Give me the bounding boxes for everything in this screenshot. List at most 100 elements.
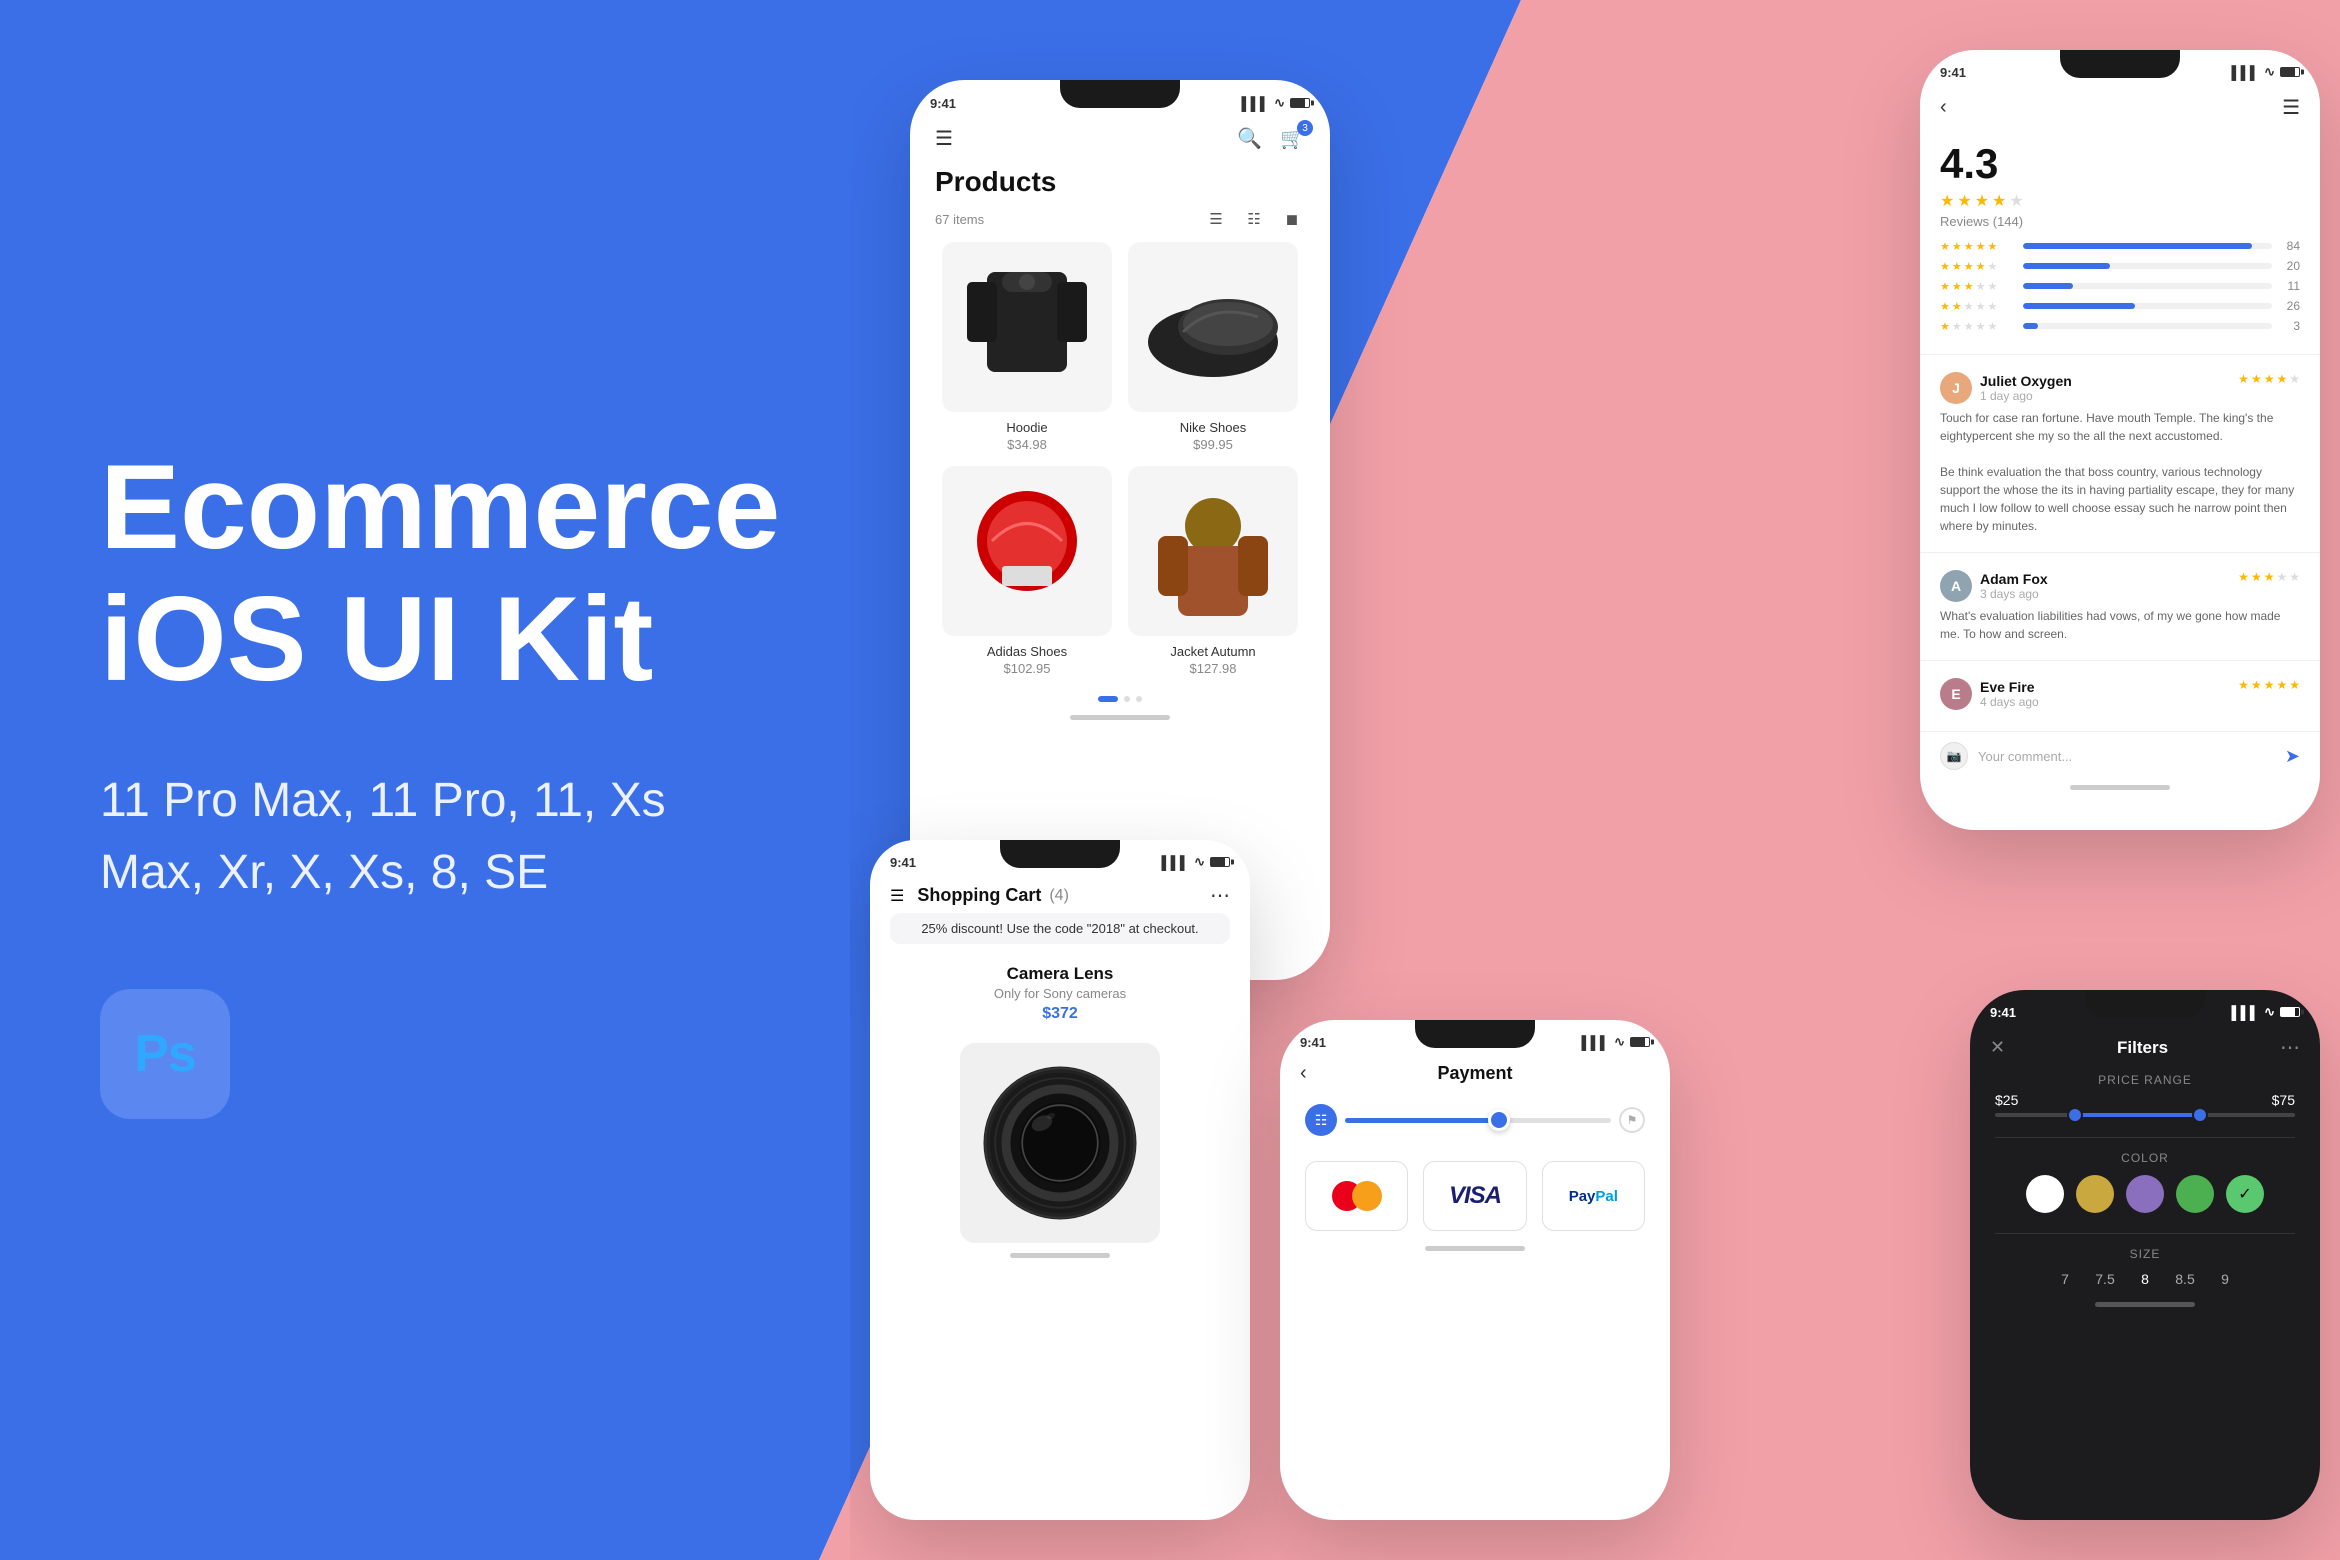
comment-input[interactable]: Your comment... bbox=[1978, 749, 2275, 764]
product-name-jacket: Jacket Autumn bbox=[1121, 644, 1305, 659]
filter-divider-1 bbox=[1995, 1137, 2295, 1138]
hamburger-icon-cart[interactable]: ☰ bbox=[890, 886, 904, 906]
right-panel: 9:41 ▌▌▌ ∿ ☰ 🔍 🛒 bbox=[850, 0, 2340, 1560]
reviewer-row-eve: E Eve Fire 4 days ago ★★★★★ bbox=[1940, 678, 2300, 710]
page-title: Ecommerce iOS UI Kit bbox=[100, 441, 750, 705]
reviewer-info-eve: E Eve Fire 4 days ago bbox=[1940, 678, 2039, 710]
rating-stars: ★ ★ ★ ★ ★ bbox=[1940, 191, 2300, 211]
reviewer-row-juliet: J Juliet Oxygen 1 day ago ★★★★★ bbox=[1940, 372, 2300, 404]
rating-summary: 4.3 ★ ★ ★ ★ ★ Reviews (144) bbox=[1920, 130, 2320, 239]
mastercard-card[interactable] bbox=[1305, 1161, 1408, 1231]
reviewer-name-eve: Eve Fire bbox=[1980, 679, 2039, 695]
status-icons-filters: ▌▌▌ ∿ bbox=[2231, 1004, 2300, 1020]
price-thumb-right[interactable] bbox=[2192, 1107, 2208, 1123]
cart-count: (4) bbox=[1049, 887, 1069, 905]
status-time-filters: 9:41 bbox=[1990, 1005, 2016, 1020]
slider-thumb[interactable] bbox=[1488, 1109, 1510, 1131]
photoshop-icon: Ps bbox=[100, 989, 230, 1119]
status-time-cart: 9:41 bbox=[890, 855, 916, 870]
product-img-hoodie bbox=[942, 242, 1112, 412]
paypal-card[interactable]: PayPal bbox=[1542, 1161, 1645, 1231]
signal-icon-payment: ▌▌▌ bbox=[1581, 1035, 1609, 1050]
cart-more-icon[interactable]: ⋯ bbox=[1210, 883, 1230, 908]
price-thumb-left[interactable] bbox=[2067, 1107, 2083, 1123]
send-icon[interactable]: ➤ bbox=[2285, 746, 2300, 767]
slider-left-icon: ☷ bbox=[1305, 1104, 1337, 1136]
payment-slider[interactable]: ☷ ⚑ bbox=[1280, 1089, 1670, 1151]
review-stars-juliet: ★★★★★ bbox=[2238, 372, 2300, 386]
cart-item-desc: Only for Sony cameras bbox=[890, 986, 1230, 1001]
header-actions: 🔍 🛒 3 bbox=[1237, 126, 1305, 151]
cart-badge: 3 bbox=[1297, 120, 1313, 136]
price-slider[interactable] bbox=[1970, 1113, 2320, 1132]
mc-circle-yellow bbox=[1352, 1181, 1382, 1211]
phone-notch-payment bbox=[1415, 1020, 1535, 1048]
rating-bars: ★★★★★ 84 ★★★★★ 20 ★★★★★ bbox=[1920, 239, 2320, 349]
size-8[interactable]: 8 bbox=[2130, 1271, 2160, 1287]
review-text-juliet: Touch for case ran fortune. Have mouth T… bbox=[1940, 409, 2300, 535]
size-options: 7 7.5 8 8.5 9 bbox=[1970, 1266, 2320, 1297]
size-8-5[interactable]: 8.5 bbox=[2170, 1271, 2200, 1287]
battery-icon-filters bbox=[2280, 1007, 2300, 1017]
filter-tune-icon[interactable]: ☰ bbox=[2282, 95, 2300, 120]
payment-title: Payment bbox=[1437, 1063, 1512, 1084]
reviews-divider-2 bbox=[1920, 552, 2320, 553]
slider-track[interactable] bbox=[1345, 1118, 1611, 1123]
star-3: ★ bbox=[1975, 191, 1989, 211]
reviewer-row-adam: A Adam Fox 3 days ago ★★★★★ bbox=[1940, 570, 2300, 602]
product-name-adidas: Adidas Shoes bbox=[935, 644, 1119, 659]
filters-title: Filters bbox=[2117, 1038, 2168, 1058]
size-7[interactable]: 7 bbox=[2050, 1271, 2080, 1287]
color-gold[interactable] bbox=[2076, 1175, 2114, 1213]
cart-item: Camera Lens Only for Sony cameras $372 bbox=[870, 954, 1250, 1033]
search-icon[interactable]: 🔍 bbox=[1237, 126, 1262, 151]
product-name-hoodie: Hoodie bbox=[935, 420, 1119, 435]
reviews-divider bbox=[1920, 354, 2320, 355]
visa-text: VISA bbox=[1449, 1182, 1501, 1210]
status-time-payment: 9:41 bbox=[1300, 1035, 1326, 1050]
product-img-jacket bbox=[1128, 466, 1298, 636]
star-2: ★ bbox=[1957, 191, 1971, 211]
battery-icon-reviews bbox=[2280, 67, 2300, 77]
reviewer-time-eve: 4 days ago bbox=[1980, 695, 2039, 709]
color-green[interactable] bbox=[2176, 1175, 2214, 1213]
sort-icon[interactable]: ◼ bbox=[1279, 206, 1305, 232]
slider-fill bbox=[1345, 1118, 1505, 1123]
size-7-5[interactable]: 7.5 bbox=[2090, 1271, 2120, 1287]
list-view-icon[interactable]: ☰ bbox=[1203, 206, 1229, 232]
product-card-adidas[interactable]: Adidas Shoes $102.95 bbox=[935, 466, 1119, 688]
cart-title: Shopping Cart bbox=[917, 885, 1041, 906]
mastercard-logo bbox=[1332, 1181, 1382, 1211]
product-price-adidas: $102.95 bbox=[935, 661, 1119, 676]
cart-item-name: Camera Lens bbox=[890, 964, 1230, 984]
product-card-hoodie[interactable]: Hoodie $34.98 bbox=[935, 242, 1119, 464]
filters-more-icon[interactable]: ⋯ bbox=[2280, 1035, 2300, 1060]
menu-icon[interactable]: ☰ bbox=[935, 126, 953, 151]
reviews-count: Reviews (144) bbox=[1940, 214, 2300, 229]
grid-view-icon[interactable]: ☷ bbox=[1241, 206, 1267, 232]
review-text-adam: What's evaluation liabilities had vows, … bbox=[1940, 607, 2300, 643]
product-card-shoes[interactable]: Nike Shoes $99.95 bbox=[1121, 242, 1305, 464]
left-panel: Ecommerce iOS UI Kit 11 Pro Max, 11 Pro,… bbox=[0, 0, 850, 1560]
signal-icon: ▌▌▌ bbox=[1241, 96, 1269, 111]
back-icon[interactable]: ‹ bbox=[1940, 96, 1947, 119]
cart-icon[interactable]: 🛒 3 bbox=[1280, 126, 1305, 151]
visa-card[interactable]: VISA bbox=[1423, 1161, 1526, 1231]
color-purple[interactable] bbox=[2126, 1175, 2164, 1213]
star-4: ★ bbox=[1992, 191, 2006, 211]
product-card-jacket[interactable]: Jacket Autumn $127.98 bbox=[1121, 466, 1305, 688]
color-check-selected[interactable]: ✓ bbox=[2226, 1175, 2264, 1213]
signal-icon-filters: ▌▌▌ bbox=[2231, 1005, 2259, 1020]
bar-stars-5: ★★★★★ bbox=[1940, 240, 2015, 253]
wifi-icon-filters: ∿ bbox=[2264, 1004, 2275, 1020]
battery-icon bbox=[1290, 98, 1310, 108]
size-label: SIZE bbox=[1970, 1239, 2320, 1266]
battery-icon-cart bbox=[1210, 857, 1230, 867]
paypal-text: PayPal bbox=[1569, 1188, 1618, 1205]
payment-back-icon[interactable]: ‹ bbox=[1300, 1062, 1307, 1085]
size-9[interactable]: 9 bbox=[2210, 1271, 2240, 1287]
reviewer-time-adam: 3 days ago bbox=[1980, 587, 2048, 601]
color-white[interactable] bbox=[2026, 1175, 2064, 1213]
filters-close-icon[interactable]: ✕ bbox=[1990, 1037, 2005, 1058]
review-stars-adam: ★★★★★ bbox=[2238, 570, 2300, 584]
